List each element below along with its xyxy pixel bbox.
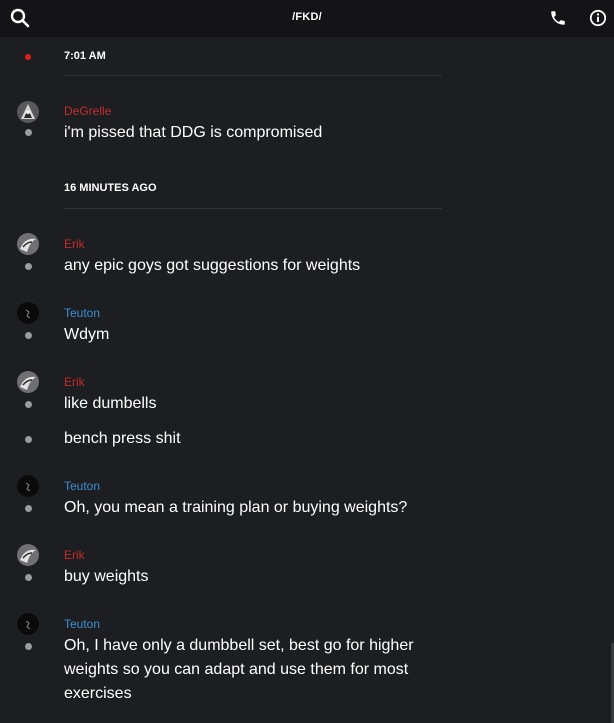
new-messages-dot [25,54,31,60]
message-author[interactable]: Erik [64,375,85,389]
message-dot [25,574,32,581]
channel-title: /FKD/ [292,11,322,23]
message-author[interactable]: Teuton [64,479,100,493]
divider-line [64,75,442,76]
avatar[interactable] [17,475,39,497]
message-text: like dumbells [64,395,157,412]
message-text: Oh, I have only a dumbbell set, best go … [64,637,414,702]
message-author[interactable]: Teuton [64,617,100,631]
avatar[interactable] [17,233,39,255]
message-dot [25,505,32,512]
message-author[interactable]: Erik [64,548,85,562]
phone-icon[interactable] [546,6,570,30]
chat-window: /FKD/ 7:01 AM DeGrelle i'm pissed that D… [0,0,614,723]
message-list[interactable]: 7:01 AM DeGrelle i'm pissed that DDG is … [0,37,614,723]
message-author[interactable]: Teuton [64,306,100,320]
avatar[interactable] [17,101,39,123]
message-dot [25,436,32,443]
message-text: Oh, you mean a training plan or buying w… [64,499,408,516]
divider-label: 7:01 AM [64,50,106,62]
avatar[interactable] [17,302,39,324]
chat-header: /FKD/ [0,0,614,37]
message-author[interactable]: DeGrelle [64,104,111,118]
avatar[interactable] [17,544,39,566]
message-dot [25,129,32,136]
divider-label: 16 MINUTES AGO [64,182,157,194]
message-dot [25,263,32,270]
message-text: i'm pissed that DDG is compromised [64,124,323,141]
time-divider: 7:01 AM [64,50,442,76]
message-dot [25,643,32,650]
avatar[interactable] [17,613,39,635]
message-dot [25,401,32,408]
message-text: any epic goys got suggestions for weight… [64,257,361,274]
message-author[interactable]: Erik [64,237,85,251]
message-text: buy weights [64,568,149,585]
message-dot [25,332,32,339]
avatar[interactable] [17,371,39,393]
info-icon[interactable] [586,6,610,30]
message-text: Wdym [64,326,110,343]
divider-line [64,208,442,209]
message-text: bench press shit [64,430,181,447]
time-divider: 16 MINUTES AGO [64,182,442,209]
